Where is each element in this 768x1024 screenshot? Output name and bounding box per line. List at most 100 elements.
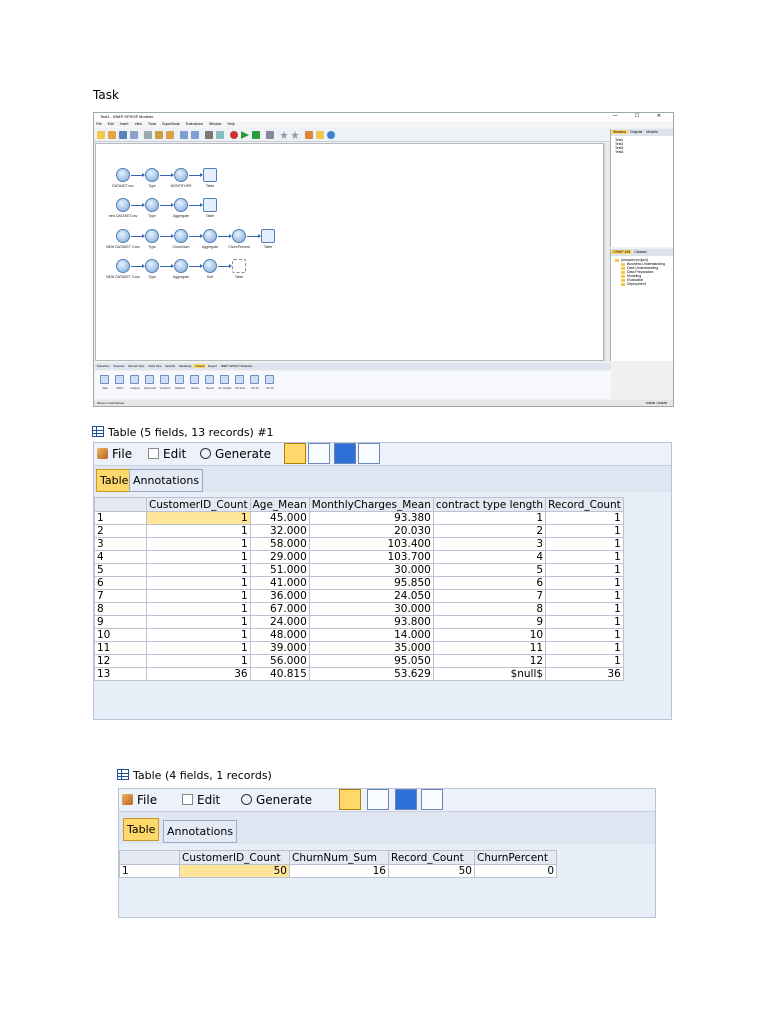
copy-icon[interactable] <box>155 131 163 139</box>
process-node[interactable] <box>232 229 246 243</box>
palette-node-icon[interactable] <box>265 375 274 384</box>
table-cell[interactable]: 1 <box>545 641 624 655</box>
menu-edit[interactable]: Edit <box>108 122 114 126</box>
print-icon[interactable] <box>130 131 138 139</box>
table-cell[interactable]: 1 <box>146 563 251 577</box>
table-cell[interactable]: 50 <box>388 864 475 878</box>
column-header[interactable] <box>94 497 147 512</box>
table-cell[interactable]: 95.850 <box>308 576 434 590</box>
palette-node-icon[interactable] <box>160 375 169 384</box>
comment-icon[interactable] <box>316 131 324 139</box>
table-cell[interactable]: 1 <box>146 654 251 668</box>
table-row[interactable]: 12 1 56.000 95.050 12 1 <box>94 654 624 668</box>
table-cell[interactable]: 32.000 <box>249 524 310 538</box>
new-stream-icon[interactable] <box>97 131 105 139</box>
column-header[interactable]: ChurnNum_Sum <box>289 850 389 865</box>
table-row[interactable]: 2 1 32.000 20.030 2 1 <box>94 524 624 538</box>
panel-tab-streams[interactable]: Streams <box>611 130 629 134</box>
source-node[interactable] <box>116 259 130 273</box>
source-node[interactable] <box>116 168 130 182</box>
table-row[interactable]: 10 1 48.000 14.000 10 1 <box>94 628 624 642</box>
table-cell[interactable]: 1 <box>146 550 251 564</box>
panel-tab-crisp-dm[interactable]: CRISP-DM <box>611 250 633 254</box>
table-node[interactable] <box>203 198 217 212</box>
table-cell[interactable]: 1 <box>146 628 251 642</box>
column-header[interactable]: Age_Mean <box>249 497 310 512</box>
source-node[interactable] <box>116 229 130 243</box>
table-cell[interactable]: 35.000 <box>308 641 434 655</box>
table-cell[interactable]: 1 <box>545 537 624 551</box>
table-cell[interactable]: 1 <box>545 628 624 642</box>
generate-menu[interactable]: Generate <box>241 792 312 808</box>
column-header[interactable]: ChurnPercent <box>474 850 557 865</box>
star-icon[interactable] <box>280 131 288 139</box>
panel-tab-outputs[interactable]: Outputs <box>628 130 644 134</box>
table-cell[interactable]: 51.000 <box>249 563 310 577</box>
table-cell[interactable]: $null$ <box>432 667 547 681</box>
palette-tab[interactable]: Graphs <box>163 364 177 368</box>
table-cell[interactable]: 1 <box>146 589 251 603</box>
sort-button[interactable] <box>395 789 417 810</box>
column-header[interactable]: contract type length <box>432 497 547 512</box>
run-selection-icon[interactable] <box>252 131 260 139</box>
column-header[interactable]: CustomerID_Count <box>146 497 251 512</box>
table-cell[interactable]: 93.800 <box>308 615 434 629</box>
table-cell[interactable]: 67.000 <box>249 602 310 616</box>
palette-node-icon[interactable] <box>190 375 199 384</box>
undo-icon[interactable] <box>180 131 188 139</box>
find-icon[interactable] <box>205 131 213 139</box>
process-node[interactable] <box>203 229 217 243</box>
help-icon[interactable] <box>327 131 335 139</box>
edit-menu[interactable]: Edit <box>182 792 220 808</box>
find-button[interactable] <box>421 789 443 810</box>
table-cell[interactable]: 103.400 <box>308 537 434 551</box>
palette-tab[interactable]: Modeling <box>177 364 193 368</box>
table-cell[interactable]: 11 <box>432 641 547 655</box>
table-cell[interactable]: 48.000 <box>249 628 310 642</box>
stream-canvas[interactable]: DATASET.csv Type MONTHYIER Table new DATASET… <box>95 143 604 361</box>
table-cell[interactable]: 20.030 <box>308 524 434 538</box>
generate-menu[interactable]: Generate <box>200 446 271 462</box>
table-cell[interactable]: 95.050 <box>308 654 434 668</box>
palette-node-icon[interactable] <box>100 375 109 384</box>
table-row[interactable]: 9 1 24.000 93.800 9 1 <box>94 615 624 629</box>
sort-button[interactable] <box>334 443 356 464</box>
table-cell[interactable]: 1 <box>146 524 251 538</box>
window-controls[interactable]: — ☐ ✕ <box>613 113 669 119</box>
tab-table[interactable]: Table <box>96 469 133 492</box>
palette-node-icon[interactable] <box>235 375 244 384</box>
table-cell[interactable]: 1 <box>545 576 624 590</box>
table-cell[interactable]: 1 <box>146 511 251 525</box>
table-cell[interactable]: 1 <box>545 602 624 616</box>
palette-node-icon[interactable] <box>130 375 139 384</box>
menu-insert[interactable]: Insert <box>120 122 129 126</box>
process-node[interactable] <box>174 259 188 273</box>
tab-annotations[interactable]: Annotations <box>129 469 204 492</box>
palette-node-icon[interactable] <box>145 375 154 384</box>
palette-tab[interactable]: Record Ops <box>126 364 146 368</box>
palette-tab[interactable]: Favorites <box>95 364 111 368</box>
star-icon[interactable] <box>291 131 299 139</box>
palette-tab[interactable]: Field Ops <box>146 364 163 368</box>
menu-view[interactable]: View <box>134 122 142 126</box>
table-cell[interactable]: 6 <box>432 576 547 590</box>
stop-icon[interactable] <box>230 131 238 139</box>
table-cell[interactable]: 1 <box>545 511 624 525</box>
table-cell[interactable]: 41.000 <box>249 576 310 590</box>
supernode-icon[interactable] <box>266 131 274 139</box>
table-cell[interactable]: 5 <box>432 563 547 577</box>
menu-supernode[interactable]: SuperNode <box>162 122 180 126</box>
table-row[interactable]: 1 1 45.000 93.380 1 1 <box>94 511 624 525</box>
palette-tab[interactable]: Output <box>193 364 207 368</box>
cut-icon[interactable] <box>144 131 152 139</box>
table-node[interactable] <box>261 229 275 243</box>
table-view-button[interactable] <box>339 789 361 810</box>
table-row[interactable]: 11 1 39.000 35.000 11 1 <box>94 641 624 655</box>
table-cell[interactable]: 40.815 <box>249 667 310 681</box>
palette-node-icon[interactable] <box>220 375 229 384</box>
process-node[interactable] <box>203 259 217 273</box>
table-cell[interactable]: 93.380 <box>308 511 434 525</box>
table-cell[interactable]: 2 <box>432 524 547 538</box>
table-cell[interactable]: 1 <box>545 654 624 668</box>
table-row[interactable]: 7 1 36.000 24.050 7 1 <box>94 589 624 603</box>
